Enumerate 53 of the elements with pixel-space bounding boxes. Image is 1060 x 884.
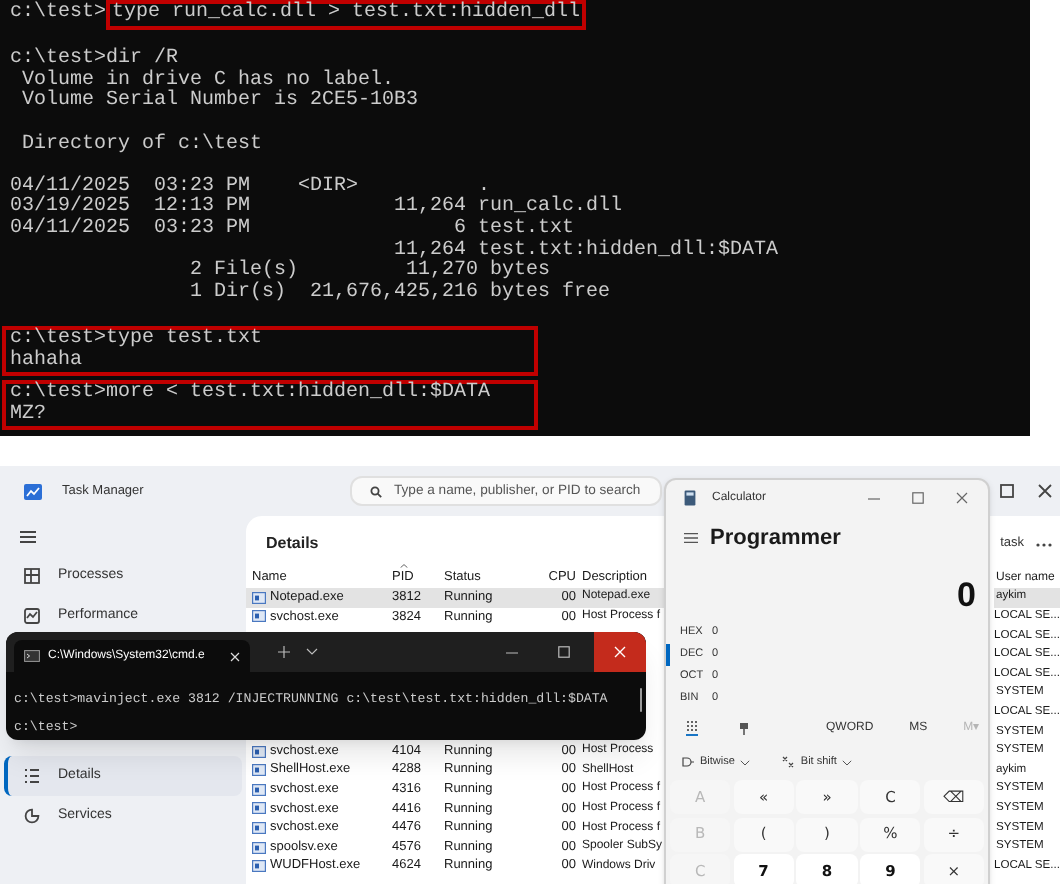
chevron-down-icon (740, 759, 751, 765)
terminal-line: c:\test>more < test.txt:hidden_dll:$DATA (10, 384, 493, 405)
terminal-icon (24, 650, 40, 662)
gate-icon (682, 756, 694, 768)
mode-title: Programmer (710, 523, 841, 554)
terminal-line: 04/11/2025 03:23 PM 6 test.txt (10, 219, 575, 240)
menu-icon[interactable] (20, 529, 36, 543)
terminal-line: 03/19/2025 12:13 PM 11,264 run_calc.dll (10, 198, 625, 219)
app-icon (252, 822, 266, 834)
search-icon (370, 485, 382, 497)
panel-heading: Details (266, 532, 319, 556)
app-icon (252, 860, 266, 873)
chevron-down-icon[interactable] (306, 648, 318, 656)
chart-icon (24, 608, 40, 624)
maximize-icon[interactable] (558, 646, 570, 658)
app-icon (252, 591, 266, 604)
app-icon (24, 483, 42, 499)
scrollbar-thumb[interactable] (639, 688, 642, 712)
terminal-prompt: c:\test> (10, 4, 107, 26)
maximize-icon[interactable] (912, 492, 924, 504)
close-icon (614, 646, 626, 658)
calculator-icon (684, 490, 696, 506)
list-icon (24, 768, 40, 784)
chevron-down-icon (842, 759, 853, 765)
close-icon[interactable] (1037, 484, 1051, 498)
app-icon (252, 841, 266, 854)
terminal-line: 1 Dir(s) 21,676,425,216 bytes free (188, 283, 613, 305)
terminal-line: Volume in drive C has no label. (20, 71, 395, 92)
terminal-line: 04/11/2025 03:23 PM <DIR> . (10, 177, 491, 198)
terminal-line: hahaha (10, 351, 85, 373)
terminal-line: type run_calc.dll > test.txt:hidden_dll (112, 4, 581, 26)
app-icon (252, 764, 266, 777)
grid-icon (24, 568, 40, 584)
terminal-line: c:\test>dir /R (10, 50, 179, 71)
app-icon (252, 610, 266, 623)
minimize-icon[interactable] (506, 651, 518, 653)
terminal-line: 11,264 test.txt:hidden_dll:$DATA (392, 241, 781, 262)
close-button[interactable] (594, 632, 646, 672)
more-icon[interactable] (1036, 541, 1052, 547)
terminal-line: MZ? (10, 405, 49, 427)
app-icon (252, 783, 266, 796)
maximize-icon[interactable] (999, 484, 1013, 498)
caret-icon (400, 564, 408, 569)
terminal-line: Directory of c:\test (20, 135, 265, 157)
app-icon (252, 802, 266, 815)
plus-icon[interactable] (278, 646, 290, 658)
terminal-line: Volume Serial Number is 2CE5-10B3 (20, 92, 421, 114)
calculator-display: 0 (955, 576, 978, 616)
app-icon (252, 745, 266, 758)
terminal-line: 2 File(s) 11,270 bytes (188, 262, 553, 283)
terminal-line: c:\test>type test.txt (10, 329, 265, 350)
menu-icon[interactable] (684, 532, 698, 544)
shift-icon (782, 756, 795, 768)
